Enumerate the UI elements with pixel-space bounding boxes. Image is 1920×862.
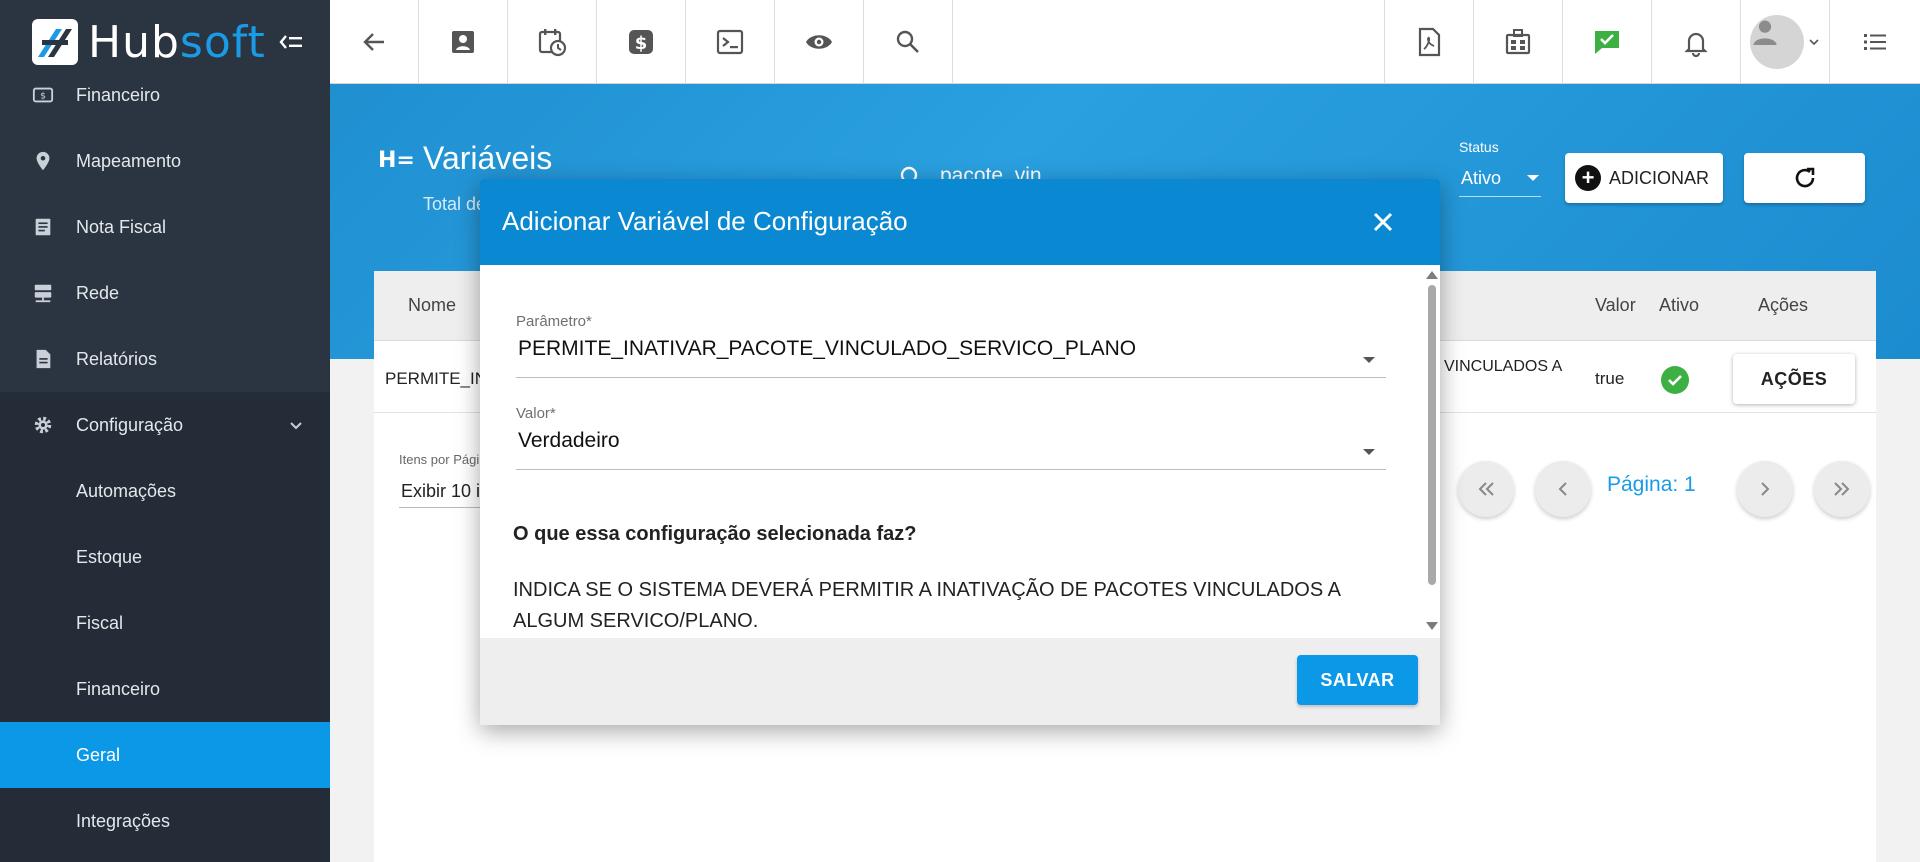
logo-text: Hubsoft [88, 16, 266, 68]
description-heading: O que essa configuração selecionada faz? [513, 523, 917, 545]
save-button[interactable]: SALVAR [1297, 655, 1418, 705]
dropdown-arrow-icon[interactable] [1363, 357, 1375, 363]
dialog-header: Adicionar Variável de Configuração [480, 179, 1440, 265]
logo-bar: Hubsoft [0, 0, 330, 84]
close-icon[interactable] [1367, 206, 1399, 238]
parametro-label: Parâmetro* [516, 313, 592, 330]
dialog-body: Parâmetro* PERMITE_INATIVAR_PACOTE_VINCU… [480, 265, 1440, 632]
dialog-footer: SALVAR [480, 638, 1440, 725]
dialog-title: Adicionar Variável de Configuração [502, 206, 908, 236]
logo-mark [32, 19, 78, 65]
add-variable-dialog: Adicionar Variável de Configuração Parâm… [480, 179, 1440, 725]
valor-underline [516, 469, 1386, 470]
description-text: INDICA SE O SISTEMA DEVERÁ PERMITIR A IN… [513, 579, 1340, 632]
scrollbar-thumb[interactable] [1428, 285, 1436, 585]
collapse-menu-icon[interactable] [278, 29, 304, 55]
dropdown-arrow-icon[interactable] [1363, 449, 1375, 455]
parametro-select[interactable]: PERMITE_INATIVAR_PACOTE_VINCULADO_SERVIC… [518, 337, 1136, 361]
valor-label: Valor* [516, 405, 556, 422]
parametro-underline [516, 377, 1386, 378]
valor-select[interactable]: Verdadeiro [518, 429, 620, 453]
scroll-up-arrow-icon[interactable] [1426, 271, 1438, 279]
scroll-down-arrow-icon[interactable] [1426, 622, 1438, 630]
